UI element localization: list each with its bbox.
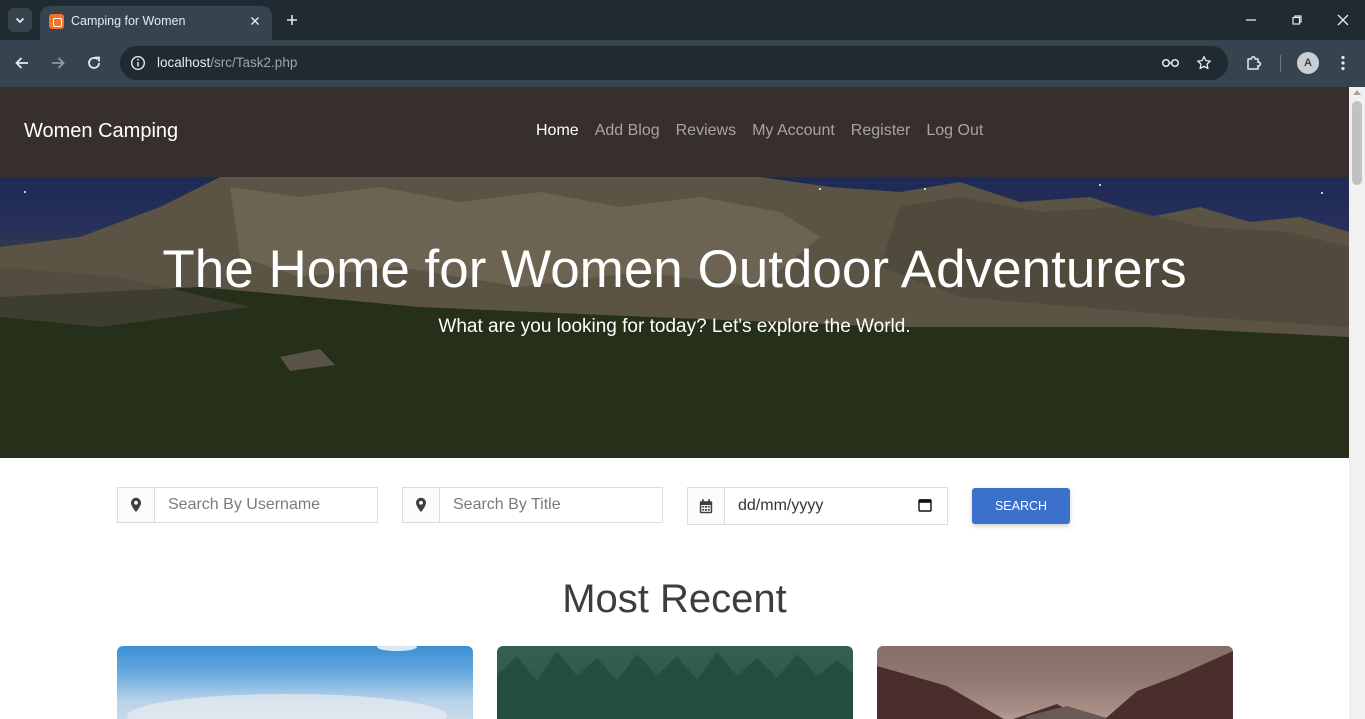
address-bar[interactable]: localhost/src/Task2.php (120, 46, 1228, 80)
location-icon (118, 488, 155, 522)
browser-toolbar: localhost/src/Task2.php A (0, 40, 1365, 87)
puzzle-piece-icon (1247, 56, 1262, 70)
close-icon (251, 17, 259, 25)
hero-title: The Home for Women Outdoor Adventurers (162, 240, 1187, 299)
xampp-favicon-icon (49, 14, 64, 29)
chevron-down-icon (15, 17, 25, 24)
forest-image (497, 651, 853, 719)
username-search-input[interactable] (156, 488, 376, 522)
tab-title: Camping for Women (71, 14, 186, 28)
arrow-right-icon (52, 57, 65, 69)
section-title: Most Recent (562, 577, 787, 621)
password-key-button[interactable] (1161, 53, 1181, 73)
date-search-group: dd/mm/yyyy (687, 487, 948, 525)
nav-link-register[interactable]: Register (851, 122, 911, 140)
restore-icon (1292, 15, 1302, 25)
toolbar-divider (1280, 55, 1281, 72)
title-search-group (402, 487, 663, 523)
browser-menu-button[interactable] (1332, 52, 1354, 74)
nav-link-my-account[interactable]: My Account (752, 122, 835, 140)
site-navbar: Women Camping Home Add Blog Reviews My A… (0, 87, 1349, 177)
search-button[interactable]: SEARCH (972, 488, 1070, 524)
scroll-up-arrow-icon[interactable] (1353, 90, 1361, 95)
restore-button[interactable] (1285, 8, 1309, 32)
site-brand[interactable]: Women Camping (24, 120, 178, 143)
close-icon (1337, 14, 1349, 26)
title-search-input[interactable] (441, 488, 661, 522)
plus-icon (287, 15, 297, 25)
nav-link-reviews[interactable]: Reviews (676, 122, 736, 140)
hero-subtitle: What are you looking for today? Let's ex… (438, 316, 911, 337)
page-scrollbar[interactable] (1349, 87, 1365, 719)
calendar-icon (688, 488, 725, 524)
nav-link-log-out[interactable]: Log Out (926, 122, 983, 140)
nav-link-add-blog[interactable]: Add Blog (595, 122, 660, 140)
browser-tab[interactable]: Camping for Women (40, 6, 272, 40)
location-icon (403, 488, 440, 522)
sky-image (127, 646, 447, 719)
username-search-group (117, 487, 378, 523)
hero-banner: The Home for Women Outdoor Adventurers W… (0, 177, 1349, 458)
date-input[interactable]: dd/mm/yyyy (738, 497, 823, 515)
reload-icon (88, 56, 100, 69)
calendar-picker-icon[interactable] (918, 498, 932, 512)
profile-avatar[interactable]: A (1297, 52, 1319, 74)
url-path: /src/Task2.php (210, 55, 298, 70)
new-tab-button[interactable] (281, 9, 303, 31)
scrollbar-thumb[interactable] (1352, 101, 1362, 185)
star-icon (1197, 55, 1211, 70)
nav-links: Home Add Blog Reviews My Account Registe… (536, 122, 983, 140)
blog-card-image[interactable] (877, 646, 1233, 719)
minimize-button[interactable] (1239, 8, 1263, 32)
browser-tab-bar: Camping for Women (0, 0, 1365, 40)
forward-button[interactable] (46, 51, 70, 75)
bookmark-star-button[interactable] (1194, 53, 1214, 73)
tab-close-button[interactable] (246, 12, 264, 30)
url-host: localhost (157, 55, 211, 70)
site-info-button[interactable] (128, 53, 148, 73)
blog-card-image[interactable] (117, 646, 473, 719)
extensions-button[interactable] (1243, 52, 1265, 74)
search-bar: dd/mm/yyyy SEARCH (0, 487, 1349, 527)
page-viewport: Women Camping Home Add Blog Reviews My A… (0, 87, 1349, 719)
minimize-icon (1246, 19, 1256, 21)
info-icon (130, 55, 146, 71)
close-window-button[interactable] (1331, 8, 1355, 32)
blog-card-image[interactable] (497, 646, 853, 719)
nav-link-home[interactable]: Home (536, 122, 579, 140)
back-button[interactable] (10, 51, 34, 75)
tab-search-button[interactable] (8, 8, 32, 32)
more-vertical-icon (1341, 55, 1345, 71)
url-text[interactable]: localhost/src/Task2.php (157, 55, 297, 70)
arrow-left-icon (15, 57, 28, 69)
mountain-image (877, 646, 1233, 719)
reload-button[interactable] (82, 51, 106, 75)
key-icon (1161, 58, 1180, 68)
